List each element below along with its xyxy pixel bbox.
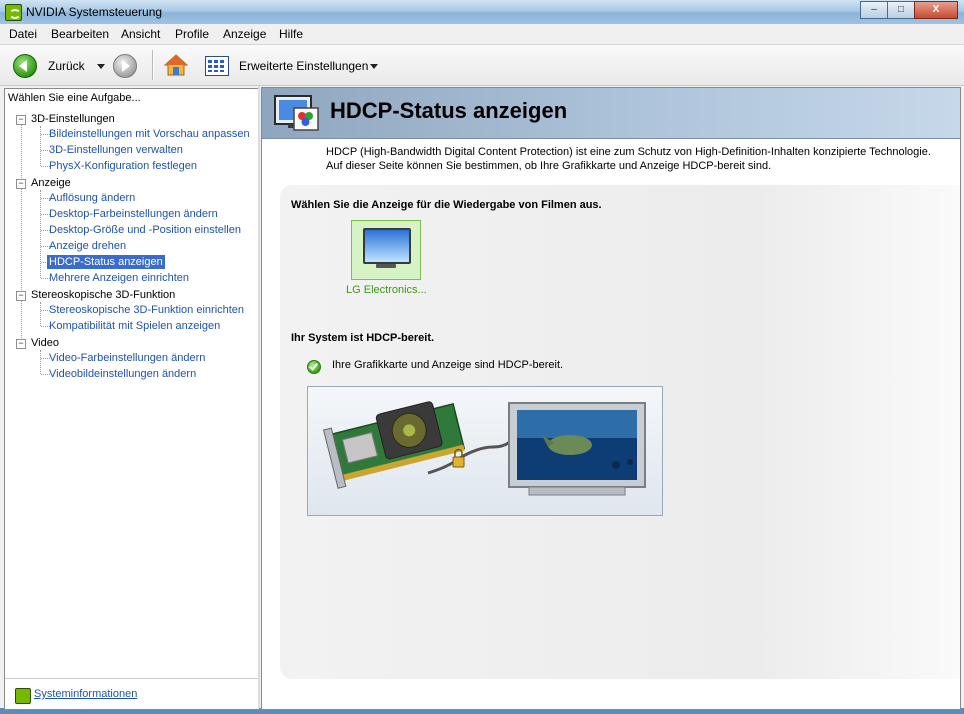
display-name[interactable]: LG Electronics... xyxy=(346,284,427,296)
task-link[interactable]: 3D-Einstellungen verwalten xyxy=(49,144,183,156)
menu-bearbeiten[interactable]: Bearbeiten xyxy=(51,27,109,41)
toolbar: Zurück Erweiterte Einstellungen xyxy=(0,45,964,86)
back-history-dropdown-icon[interactable] xyxy=(97,64,105,69)
task-link[interactable]: Desktop-Größe und -Position einstellen xyxy=(49,224,241,236)
page-banner: HDCP-Status anzeigen xyxy=(262,88,960,139)
menu-ansicht[interactable]: Ansicht xyxy=(121,27,160,41)
intro-text: HDCP (High-Bandwidth Digital Content Pro… xyxy=(326,146,931,172)
monitor-stand xyxy=(376,264,396,268)
tree-branch-line xyxy=(40,126,41,166)
task-link[interactable]: Kompatibilität mit Spielen anzeigen xyxy=(49,320,220,332)
task-link[interactable]: Anzeige drehen xyxy=(49,240,126,252)
back-label[interactable]: Zurück xyxy=(48,59,85,73)
display-settings-icon xyxy=(274,95,319,131)
window-controls: – □ X xyxy=(860,1,958,19)
task-link[interactable]: Auflösung ändern xyxy=(49,192,135,204)
hdcp-status-heading: Ihr System ist HDCP-bereit. xyxy=(291,332,435,344)
advanced-settings-icon[interactable] xyxy=(205,56,229,76)
sidebar-footer: Systeminformationen xyxy=(5,678,259,709)
task-link[interactable]: PhysX-Konfiguration festlegen xyxy=(49,160,197,172)
collapse-display-icon[interactable]: − xyxy=(16,179,26,189)
menu-datei[interactable]: Datei xyxy=(9,27,37,41)
main-frame: Wählen Sie eine Aufgabe... − 3D-Einstell… xyxy=(0,86,964,710)
title-bar: NVIDIA Systemsteuerung – □ X xyxy=(0,0,964,25)
category-video[interactable]: Video xyxy=(31,337,59,349)
close-button[interactable]: X xyxy=(914,1,958,19)
advanced-settings-label[interactable]: Erweiterte Einstellungen xyxy=(239,59,368,73)
back-button[interactable] xyxy=(13,54,37,78)
category-stereo3d[interactable]: Stereoskopische 3D-Funktion xyxy=(31,289,175,301)
tree-root-line xyxy=(21,124,22,348)
collapse-video-icon[interactable]: − xyxy=(16,339,26,349)
sidebar-header: Wählen Sie eine Aufgabe... xyxy=(8,92,141,104)
hdcp-status-detail: Ihre Grafikkarte und Anzeige sind HDCP-b… xyxy=(332,359,564,371)
system-information-link[interactable]: Systeminformationen xyxy=(34,688,137,700)
collapse-stereo3d-icon[interactable]: − xyxy=(16,291,26,301)
menu-hilfe[interactable]: Hilfe xyxy=(279,27,303,41)
toolbar-separator xyxy=(152,50,154,80)
back-arrow-icon xyxy=(19,60,27,72)
task-link[interactable]: Stereoskopische 3D-Funktion einrichten xyxy=(49,304,244,316)
task-link[interactable]: Bildeinstellungen mit Vorschau anpassen xyxy=(49,128,250,140)
system-info-icon[interactable] xyxy=(15,688,31,704)
forward-arrow-icon xyxy=(122,60,130,72)
pane-splitter[interactable] xyxy=(258,86,260,708)
hdcp-illustration xyxy=(307,386,663,516)
content-pane: HDCP-Status anzeigen HDCP (High-Bandwidt… xyxy=(261,87,961,710)
task-link[interactable]: Video-Farbeinstellungen ändern xyxy=(49,352,205,364)
nvidia-app-icon xyxy=(5,4,22,21)
check-icon xyxy=(307,360,321,374)
task-link-selected[interactable]: HDCP-Status anzeigen xyxy=(47,255,165,269)
window-title: NVIDIA Systemsteuerung xyxy=(26,5,163,19)
task-sidebar: Wählen Sie eine Aufgabe... − 3D-Einstell… xyxy=(4,88,260,710)
advanced-settings-dropdown-icon[interactable] xyxy=(370,64,378,69)
category-display[interactable]: Anzeige xyxy=(31,177,71,189)
menu-anzeige[interactable]: Anzeige xyxy=(223,27,266,41)
tree-branch-line xyxy=(40,350,41,374)
tree-branch-line xyxy=(40,190,41,278)
monitor-icon xyxy=(363,228,411,264)
task-link[interactable]: Desktop-Farbeinstellungen ändern xyxy=(49,208,218,220)
maximize-button[interactable]: □ xyxy=(887,1,915,19)
forward-button[interactable] xyxy=(113,54,137,78)
collapse-3d-settings-icon[interactable]: − xyxy=(16,115,26,125)
task-link[interactable]: Mehrere Anzeigen einrichten xyxy=(49,272,189,284)
tree-branch-line xyxy=(40,302,41,326)
task-link[interactable]: Videobildeinstellungen ändern xyxy=(49,368,196,380)
minimize-button[interactable]: – xyxy=(860,1,888,19)
menu-profile[interactable]: Profile xyxy=(175,27,209,41)
page-title: HDCP-Status anzeigen xyxy=(330,98,568,123)
menu-bar: Datei Bearbeiten Ansicht Profile Anzeige… xyxy=(0,24,964,45)
graphics-card-to-tv-illustration xyxy=(322,401,646,496)
category-3d-settings[interactable]: 3D-Einstellungen xyxy=(31,113,115,125)
display-selector-lg[interactable] xyxy=(351,220,421,280)
choose-display-heading: Wählen Sie die Anzeige für die Wiedergab… xyxy=(291,199,602,211)
home-icon[interactable] xyxy=(164,54,188,76)
